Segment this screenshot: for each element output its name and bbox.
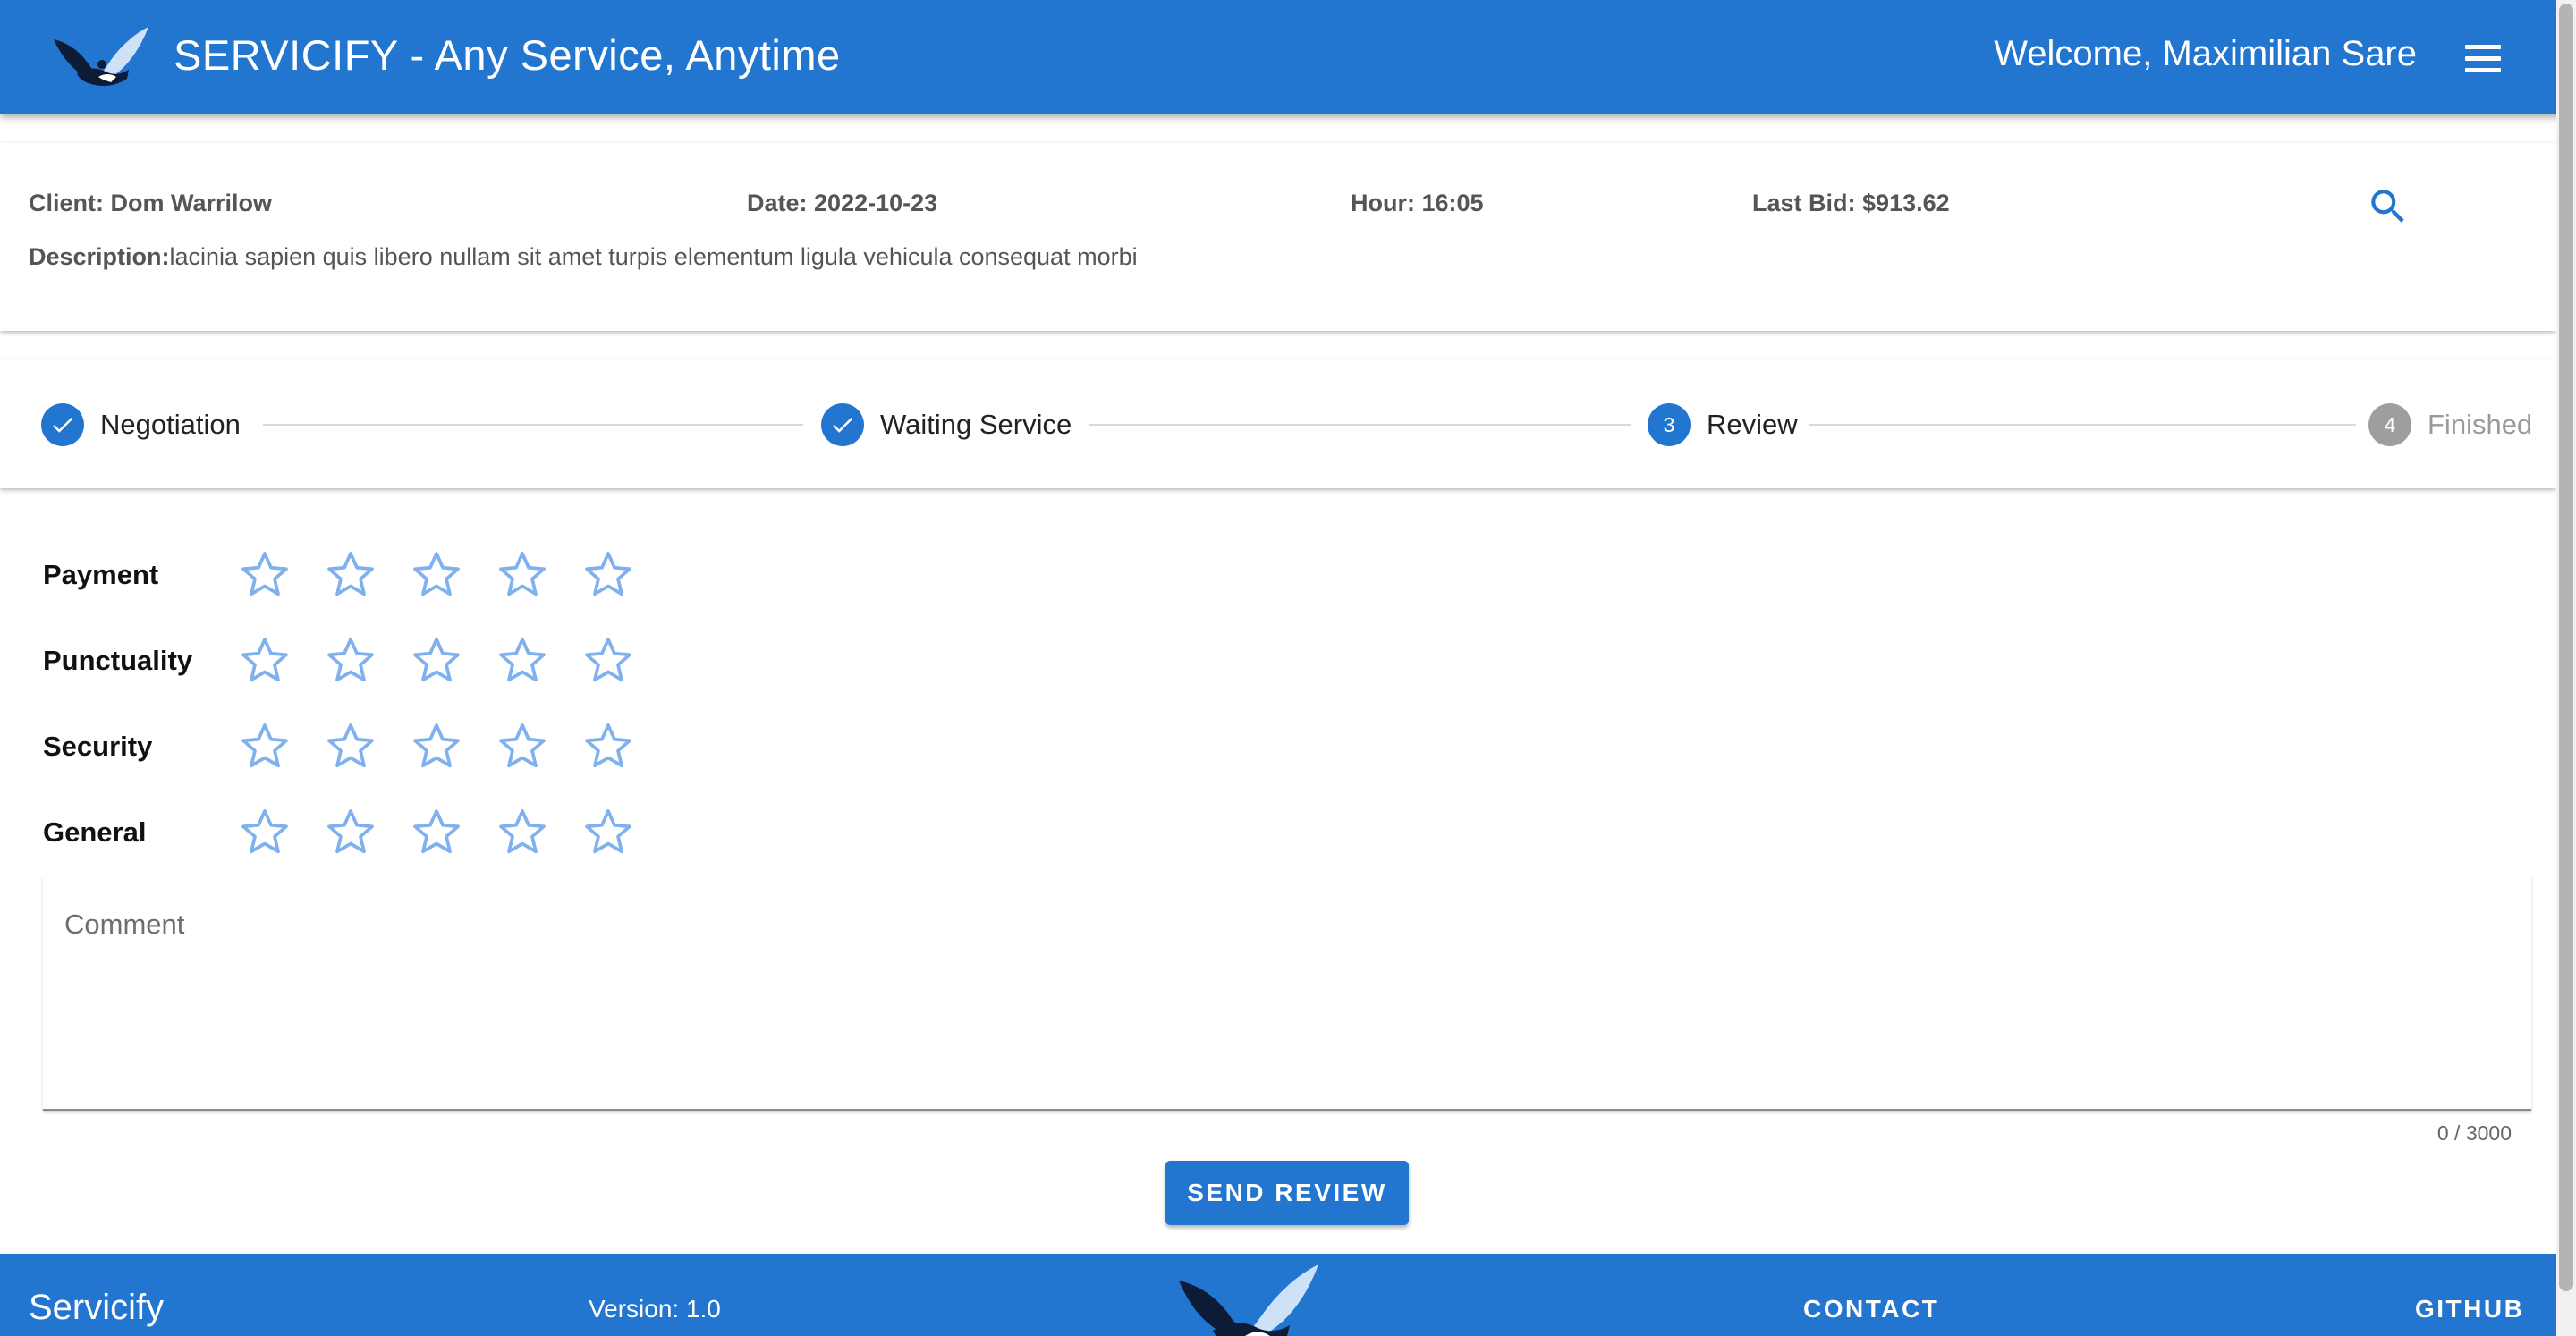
star-icon[interactable] bbox=[581, 548, 635, 602]
hour-label: Hour: bbox=[1351, 190, 1415, 216]
scrollbar-thumb[interactable] bbox=[2559, 4, 2573, 1291]
step-connector bbox=[263, 424, 803, 426]
date-value: 2022-10-23 bbox=[814, 190, 938, 216]
footer: Servicify Version: 1.0 CONTACT GITHUB bbox=[0, 1254, 2556, 1336]
star-icon[interactable] bbox=[324, 548, 377, 602]
contact-link[interactable]: CONTACT bbox=[1803, 1295, 1939, 1323]
star-icon[interactable] bbox=[410, 634, 463, 688]
step-label: Negotiation bbox=[100, 409, 241, 440]
step-number: 3 bbox=[1648, 403, 1690, 446]
star-icon[interactable] bbox=[496, 720, 549, 774]
star-icon[interactable] bbox=[238, 634, 292, 688]
star-icon[interactable] bbox=[496, 634, 549, 688]
step-connector bbox=[1809, 424, 2356, 426]
star-icon[interactable] bbox=[410, 548, 463, 602]
star-icon[interactable] bbox=[581, 720, 635, 774]
comment-input[interactable] bbox=[43, 876, 2531, 1109]
send-review-button[interactable]: SEND REVIEW bbox=[1165, 1161, 1409, 1225]
eagle-handshake-icon[interactable] bbox=[52, 23, 150, 91]
star-icon[interactable] bbox=[581, 806, 635, 859]
star-icon[interactable] bbox=[410, 720, 463, 774]
rating-general: General bbox=[43, 806, 667, 859]
service-info-card: Client: Dom Warrilow Date: 2022-10-23 Ho… bbox=[0, 143, 2556, 331]
step-label: Review bbox=[1707, 409, 1798, 440]
github-link[interactable]: GITHUB bbox=[2415, 1295, 2524, 1323]
star-icon[interactable] bbox=[410, 806, 463, 859]
version-text: Version: 1.0 bbox=[589, 1295, 721, 1323]
welcome-message: Welcome, Maximilian Sare bbox=[1994, 34, 2417, 73]
star-rating[interactable] bbox=[238, 634, 667, 688]
client-info: Client: Dom Warrilow bbox=[29, 190, 272, 217]
app-title: SERVICIFY - Any Service, Anytime bbox=[174, 31, 841, 79]
check-icon bbox=[41, 403, 84, 446]
rating-punctuality: Punctuality bbox=[43, 634, 667, 688]
search-icon[interactable] bbox=[2366, 184, 2411, 229]
last-bid-info: Last Bid: $913.62 bbox=[1752, 190, 1950, 217]
description: Description:lacinia sapien quis libero n… bbox=[29, 243, 1138, 271]
rating-security: Security bbox=[43, 720, 667, 774]
step-number: 4 bbox=[2368, 403, 2411, 446]
rating-label: Punctuality bbox=[43, 645, 193, 676]
step-finished: 4 Finished bbox=[2368, 402, 2532, 447]
step-label: Waiting Service bbox=[880, 409, 1072, 440]
star-icon[interactable] bbox=[581, 634, 635, 688]
star-icon[interactable] bbox=[238, 720, 292, 774]
rating-payment: Payment bbox=[43, 548, 667, 602]
client-label: Client: bbox=[29, 190, 104, 216]
rating-label: Security bbox=[43, 731, 153, 762]
hour-value: 16:05 bbox=[1421, 190, 1484, 216]
step-negotiation: Negotiation bbox=[41, 402, 241, 447]
rating-label: Payment bbox=[43, 559, 159, 590]
step-waiting-service: Waiting Service bbox=[821, 402, 1072, 447]
date-info: Date: 2022-10-23 bbox=[747, 190, 937, 217]
date-label: Date: bbox=[747, 190, 808, 216]
eagle-handshake-icon bbox=[1179, 1264, 1318, 1336]
description-label: Description: bbox=[29, 243, 170, 270]
description-value: lacinia sapien quis libero nullam sit am… bbox=[169, 243, 1138, 270]
hamburger-menu-icon[interactable] bbox=[2460, 39, 2506, 75]
footer-brand: Servicify bbox=[29, 1288, 165, 1327]
star-icon[interactable] bbox=[324, 806, 377, 859]
star-icon[interactable] bbox=[324, 720, 377, 774]
character-counter: 0 / 3000 bbox=[2436, 1121, 2512, 1145]
star-rating[interactable] bbox=[238, 720, 667, 774]
star-icon[interactable] bbox=[324, 634, 377, 688]
star-icon[interactable] bbox=[238, 548, 292, 602]
last-bid-label: Last Bid: bbox=[1752, 190, 1856, 216]
step-review: 3 Review bbox=[1648, 402, 1798, 447]
star-rating[interactable] bbox=[238, 548, 667, 602]
progress-stepper: Negotiation Waiting Service 3 Review 4 F… bbox=[0, 359, 2556, 488]
app-bar: SERVICIFY - Any Service, Anytime Welcome… bbox=[0, 0, 2576, 114]
client-value: Dom Warrilow bbox=[110, 190, 273, 216]
step-label: Finished bbox=[2428, 409, 2533, 440]
check-icon bbox=[821, 403, 864, 446]
hour-info: Hour: 16:05 bbox=[1351, 190, 1484, 217]
step-connector bbox=[1089, 424, 1631, 426]
last-bid-value: $913.62 bbox=[1862, 190, 1950, 216]
star-icon[interactable] bbox=[238, 806, 292, 859]
rating-label: General bbox=[43, 816, 147, 848]
star-rating[interactable] bbox=[238, 806, 667, 859]
star-icon[interactable] bbox=[496, 806, 549, 859]
comment-field[interactable] bbox=[43, 876, 2531, 1111]
star-icon[interactable] bbox=[496, 548, 549, 602]
